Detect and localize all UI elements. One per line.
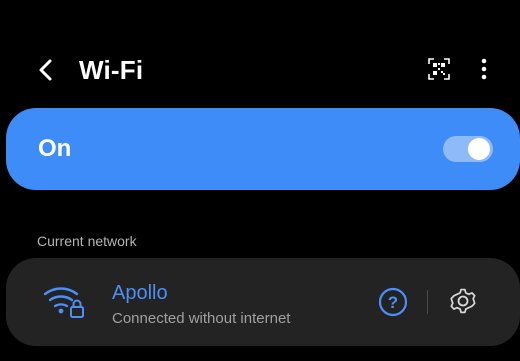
wifi-master-toggle-bar[interactable]: On (6, 108, 520, 190)
wifi-locked-icon (43, 287, 84, 318)
qr-code-scan-icon (428, 58, 450, 80)
page-title: Wi-Fi (79, 55, 144, 85)
network-help-button[interactable]: ? (376, 285, 410, 319)
chevron-left-icon (39, 59, 52, 81)
question-circle-icon: ? (378, 287, 408, 317)
more-vertical-icon (481, 58, 487, 80)
switch-knob (468, 138, 490, 160)
wifi-toggle-label: On (38, 135, 72, 162)
wifi-toggle-switch[interactable] (443, 136, 493, 162)
network-settings-button[interactable] (446, 284, 480, 318)
wifi-settings-screen: Wi-Fi On Current network Apollo Connecte… (0, 0, 520, 361)
gear-icon (450, 288, 476, 314)
svg-text:?: ? (388, 293, 398, 312)
top-app-bar: Wi-Fi (0, 48, 520, 92)
more-options-button[interactable] (474, 56, 494, 82)
current-network-header: Current network (37, 233, 137, 249)
network-name: Apollo (112, 282, 168, 304)
divider (427, 290, 428, 314)
network-status: Connected without internet (112, 310, 291, 327)
back-button[interactable] (32, 56, 60, 84)
current-network-item[interactable]: Apollo Connected without internet ? (6, 258, 520, 346)
qr-scan-button[interactable] (426, 56, 452, 82)
